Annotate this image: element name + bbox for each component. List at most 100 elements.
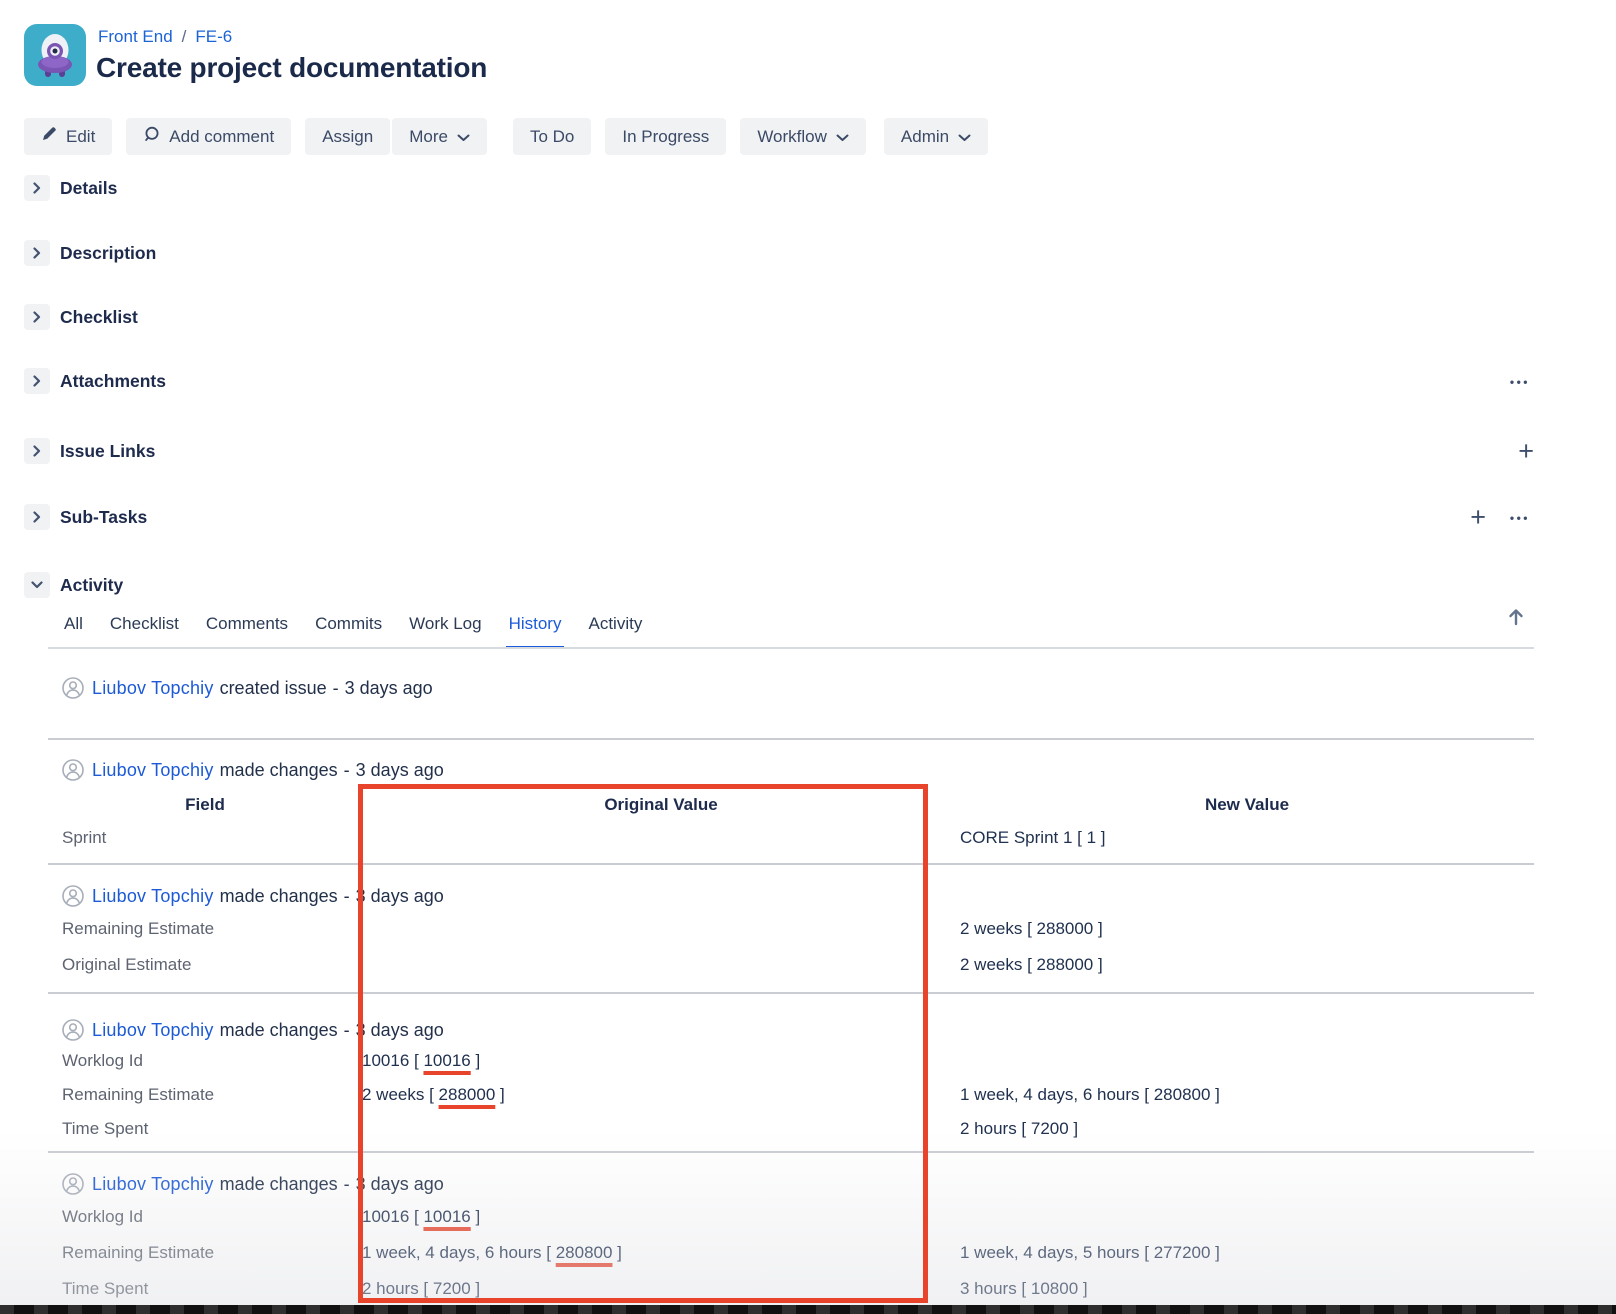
attachments-more-icon[interactable]: •••	[1510, 376, 1530, 388]
issue-links-add-icon[interactable]: +	[1518, 438, 1534, 464]
entry-divider	[48, 992, 1534, 994]
original-value-text: ]	[471, 1051, 480, 1070]
add-comment-button[interactable]: Add comment	[126, 118, 291, 155]
user-link[interactable]: Liubov Topchiy	[92, 1174, 214, 1195]
entry-header: Liubov Topchiy made changes - 3 days ago	[48, 884, 1534, 908]
entry-header: Liubov Topchiy made changes - 3 days ago	[48, 758, 1534, 782]
chevron-right-icon[interactable]	[24, 240, 50, 266]
section-issue-links-label: Issue Links	[60, 441, 155, 462]
new-value: 2 weeks [ 288000 ]	[960, 955, 1534, 975]
entry-divider	[48, 863, 1534, 865]
red-underlined-value: 10016	[423, 1207, 470, 1226]
user-link[interactable]: Liubov Topchiy	[92, 1020, 214, 1041]
tab-all[interactable]: All	[64, 614, 83, 638]
chevron-down-icon[interactable]	[24, 572, 50, 598]
column-header-new-value: New Value	[960, 795, 1534, 815]
section-issue-links: Issue Links	[24, 438, 155, 464]
assign-more-group: Assign More	[305, 118, 487, 155]
chevron-down-icon	[958, 127, 971, 147]
entry-dash: -	[344, 886, 350, 907]
history-row: Worklog Id 10016 [ 10016 ]	[48, 1202, 1534, 1232]
field-name: Worklog Id	[48, 1051, 362, 1071]
tab-checklist[interactable]: Checklist	[110, 614, 179, 638]
todo-status-button[interactable]: To Do	[513, 118, 591, 155]
new-value: CORE Sprint 1 [ 1 ]	[960, 828, 1534, 848]
entry-time: 3 days ago	[356, 886, 444, 907]
window-bottom-edge	[0, 1305, 1616, 1314]
add-comment-button-label: Add comment	[169, 127, 274, 147]
user-avatar-icon	[62, 677, 84, 699]
chevron-down-icon	[457, 127, 470, 147]
entry-header: Liubov Topchiy made changes - 3 days ago	[48, 1172, 1534, 1196]
user-link[interactable]: Liubov Topchiy	[92, 760, 214, 781]
entry-action: made changes	[220, 1174, 338, 1195]
subtasks-more-icon[interactable]: •••	[1510, 512, 1530, 524]
edit-button[interactable]: Edit	[24, 118, 112, 155]
chevron-right-icon[interactable]	[24, 504, 50, 530]
original-value: 1 week, 4 days, 6 hours [ 280800 ]	[362, 1243, 960, 1263]
admin-button[interactable]: Admin	[884, 118, 988, 155]
new-value: 2 hours [ 7200 ]	[960, 1119, 1534, 1139]
subtasks-add-icon[interactable]: +	[1470, 504, 1486, 530]
assign-button[interactable]: Assign	[305, 118, 390, 155]
original-value-text: 1 week, 4 days, 6 hours [	[362, 1243, 556, 1262]
section-attachments-label: Attachments	[60, 371, 166, 392]
tab-comments[interactable]: Comments	[206, 614, 288, 638]
entry-header: Liubov Topchiy made changes - 3 days ago	[48, 1018, 1534, 1042]
original-value-text: 10016 [	[362, 1051, 423, 1070]
original-value-text: ]	[495, 1085, 504, 1104]
breadcrumb-project-link[interactable]: Front End	[98, 27, 173, 47]
chevron-right-icon[interactable]	[24, 304, 50, 330]
field-name: Remaining Estimate	[48, 1085, 362, 1105]
tab-work-log[interactable]: Work Log	[409, 614, 481, 638]
todo-button-label: To Do	[530, 127, 574, 147]
user-link[interactable]: Liubov Topchiy	[92, 678, 214, 699]
history-entry: Liubov Topchiy made changes - 3 days ago…	[48, 1018, 1534, 1144]
more-button-label: More	[409, 127, 448, 147]
section-details-label: Details	[60, 178, 117, 199]
in-progress-status-button[interactable]: In Progress	[605, 118, 726, 155]
entry-header: Liubov Topchiy created issue - 3 days ag…	[48, 676, 1534, 700]
workflow-button-label: Workflow	[757, 127, 827, 147]
new-value: 1 week, 4 days, 5 hours [ 277200 ]	[960, 1243, 1534, 1263]
original-value-text: 2 hours [	[362, 1279, 433, 1298]
tab-activity[interactable]: Activity	[588, 614, 642, 638]
activity-tabs: All Checklist Comments Commits Work Log …	[64, 614, 642, 638]
original-value-text: ]	[471, 1279, 480, 1298]
tab-commits[interactable]: Commits	[315, 614, 382, 638]
section-subtasks-label: Sub-Tasks	[60, 507, 147, 528]
entry-divider	[48, 1151, 1534, 1153]
history-row: Time Spent 2 hours [ 7200 ]	[48, 1114, 1534, 1144]
chevron-right-icon[interactable]	[24, 175, 50, 201]
breadcrumb: Front End / FE-6	[98, 27, 232, 47]
history-table-header: Field Original Value New Value	[48, 790, 1534, 820]
entry-dash: -	[344, 1020, 350, 1041]
tab-history[interactable]: History	[509, 614, 562, 638]
original-value-text: 2 weeks [	[362, 1085, 439, 1104]
chevron-right-icon[interactable]	[24, 368, 50, 394]
workflow-button[interactable]: Workflow	[740, 118, 866, 155]
chevron-right-icon[interactable]	[24, 438, 50, 464]
new-value: 3 hours [ 10800 ]	[960, 1279, 1534, 1299]
user-link[interactable]: Liubov Topchiy	[92, 886, 214, 907]
scroll-to-top-icon[interactable]	[1508, 606, 1524, 631]
entry-time: 3 days ago	[356, 1174, 444, 1195]
entry-action: made changes	[220, 760, 338, 781]
breadcrumb-issue-link[interactable]: FE-6	[195, 27, 232, 47]
red-underlined-value: 288000	[439, 1085, 496, 1104]
history-row: Worklog Id 10016 [ 10016 ]	[48, 1046, 1534, 1076]
field-name: Worklog Id	[48, 1207, 362, 1227]
project-avatar-icon[interactable]	[24, 24, 86, 86]
user-avatar-icon	[62, 1173, 84, 1195]
original-value-text: 10016 [	[362, 1207, 423, 1226]
more-button[interactable]: More	[392, 118, 487, 155]
history-row: Remaining Estimate 2 weeks [ 288000 ]	[48, 914, 1534, 944]
field-name: Time Spent	[48, 1279, 362, 1299]
column-header-original-value: Original Value	[362, 795, 960, 815]
section-checklist-label: Checklist	[60, 307, 138, 328]
field-name: Sprint	[48, 828, 362, 848]
original-value: 10016 [ 10016 ]	[362, 1051, 960, 1071]
section-description: Description	[24, 240, 156, 266]
history-row: Remaining Estimate 1 week, 4 days, 6 hou…	[48, 1238, 1534, 1268]
comment-bubble-icon	[143, 126, 160, 148]
